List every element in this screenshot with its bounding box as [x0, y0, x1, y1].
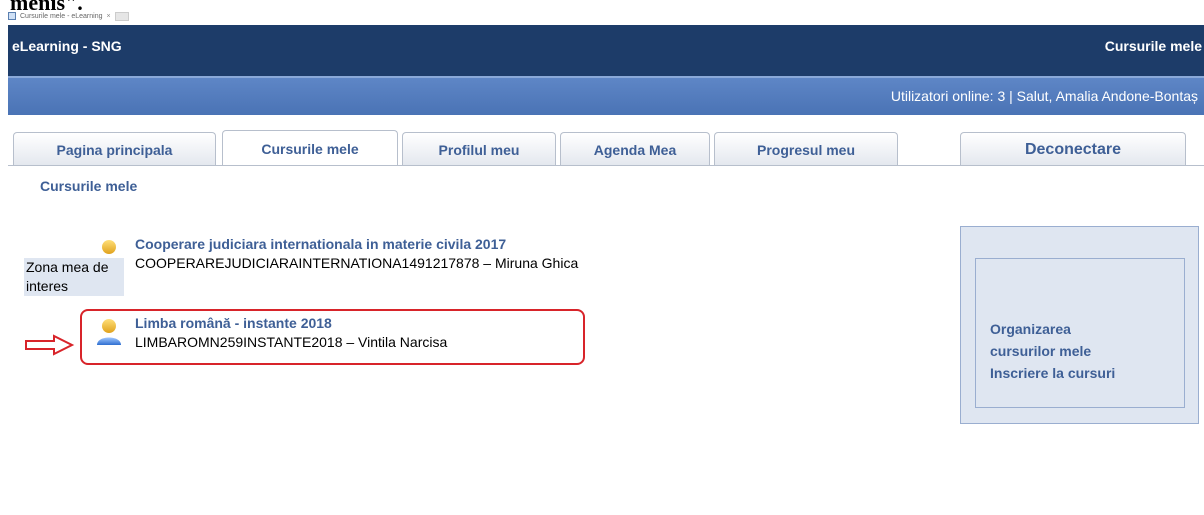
tab-cursurile-mele[interactable]: Cursurile mele	[222, 130, 398, 166]
close-icon[interactable]: ×	[106, 13, 110, 20]
highlight-box	[80, 309, 585, 365]
course-item: Cooperare judiciara internationala in ma…	[95, 236, 795, 280]
logout-tab[interactable]: Deconectare	[960, 132, 1186, 166]
page-heading: Cursurile mele	[1104, 38, 1202, 54]
organize-courses-link[interactable]: Organizarea cursurilor mele	[990, 318, 1130, 362]
browser-tab[interactable]: Cursurile mele - eLearning ×	[8, 10, 129, 22]
panel-links: Organizarea cursurilor mele Inscriere la…	[990, 318, 1130, 384]
header-bar: eLearning - SNG Cursurile mele	[8, 25, 1204, 76]
panel-legend: Zona mea de interes	[24, 258, 124, 296]
app-title: eLearning - SNG	[12, 38, 122, 54]
tab-profilul-meu[interactable]: Profilul meu	[402, 132, 556, 166]
favicon-icon	[8, 12, 16, 20]
browser-tab-title: Cursurile mele - eLearning	[20, 12, 103, 20]
user-info-text: Utilizatori online: 3 | Salut, Amalia An…	[890, 88, 1198, 104]
breadcrumb[interactable]: Cursurile mele	[40, 178, 137, 194]
new-tab-button[interactable]	[114, 11, 129, 21]
tab-progresul-meu[interactable]: Progresul meu	[714, 132, 898, 166]
course-title-link[interactable]: Cooperare judiciara internationala in ma…	[135, 236, 506, 252]
enroll-courses-link[interactable]: Inscriere la cursuri	[990, 362, 1130, 384]
nav-tabs: Pagina principala Cursurile mele Profilu…	[8, 130, 1204, 166]
tab-pagina-principala[interactable]: Pagina principala	[13, 132, 216, 166]
user-info-bar: Utilizatori online: 3 | Salut, Amalia An…	[8, 76, 1204, 115]
tab-agenda-mea[interactable]: Agenda Mea	[560, 132, 710, 166]
course-subtitle: COOPERAREJUDICIARAINTERNATIONA1491217878…	[135, 255, 579, 271]
tab-divider	[8, 165, 1204, 166]
right-arrow-icon	[25, 334, 75, 356]
